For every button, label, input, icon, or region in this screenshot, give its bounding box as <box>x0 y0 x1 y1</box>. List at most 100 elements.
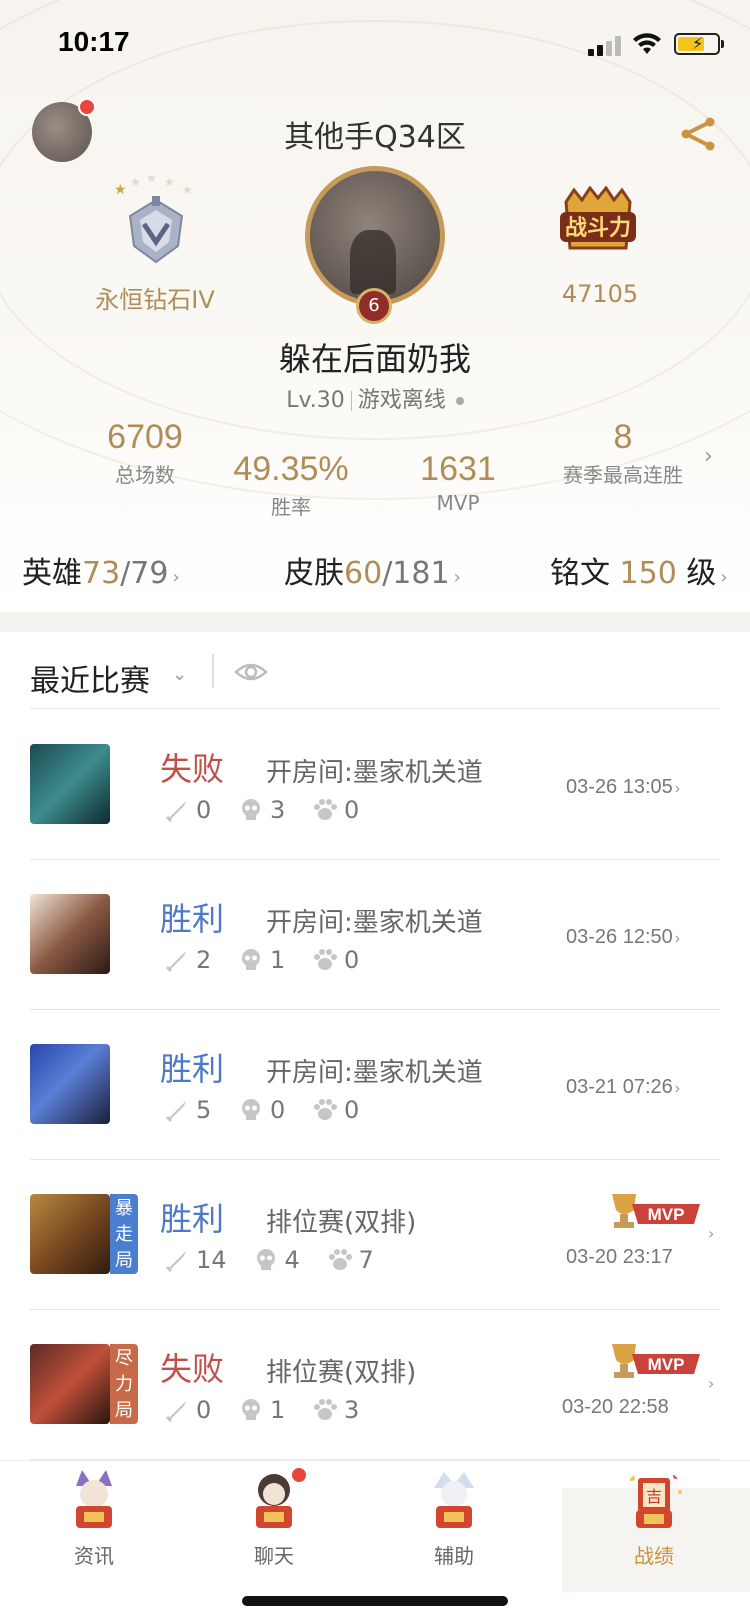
hero-portrait <box>30 894 110 974</box>
chevron-right-icon[interactable]: › <box>704 444 713 469</box>
level-badge: 6 <box>356 288 392 324</box>
svg-text:★: ★ <box>182 183 193 197</box>
assist-icon <box>312 797 338 823</box>
assists: 3 <box>344 1396 360 1424</box>
match-mode: 开房间:墨家机关道 <box>266 758 483 788</box>
skins-count[interactable]: 皮肤60/181 › <box>284 548 461 592</box>
chevron-right-icon: › <box>674 780 681 797</box>
svg-text:战斗力: 战斗力 <box>565 216 631 241</box>
match-time: 03-20 22:58 <box>562 1396 669 1418</box>
match-result: 胜利 <box>160 1200 225 1238</box>
tab-label: 资讯 <box>74 1544 114 1568</box>
inscription-level[interactable]: 铭文 150 级 › <box>550 548 728 592</box>
battery-cap <box>721 40 724 48</box>
section-divider <box>0 612 750 632</box>
match-row[interactable]: 胜利 开房间:墨家机关道 5 0 0 03-21 07:26 › <box>0 1010 750 1160</box>
chevron-right-icon: › <box>708 1374 715 1393</box>
assists: 0 <box>344 796 360 824</box>
kills: 0 <box>196 1396 212 1424</box>
match-mode: 开房间:墨家机关道 <box>266 908 483 938</box>
match-row[interactable]: 失败 开房间:墨家机关道 0 3 0 03-26 13:05 › <box>0 710 750 860</box>
tab-record[interactable]: 吉 战绩 <box>594 1468 714 1569</box>
tab-chat[interactable]: 聊天 <box>214 1468 334 1569</box>
collection-row: 英雄73/79 › 皮肤60/181 › 铭文 150 级 › <box>0 548 750 598</box>
stat-mvp[interactable]: 1631 MVP <box>383 450 533 515</box>
svg-text:★: ★ <box>130 176 141 189</box>
kda-stats: 0 3 0 <box>164 796 386 824</box>
tab-label: 聊天 <box>254 1544 294 1568</box>
stat-label: 赛季最高连胜 <box>563 463 683 487</box>
match-row[interactable]: 暴走局暴走局胜利 排位赛(双排) 14 4 7 MVP 03-20 23:17 › <box>0 1160 750 1310</box>
stat-label: MVP <box>436 491 480 515</box>
tab-news[interactable]: 资讯 <box>34 1468 154 1569</box>
chevron-right-icon: › <box>453 567 461 588</box>
assists: 0 <box>344 946 360 974</box>
online-status: 游戏离线 <box>357 388 446 413</box>
hero-portrait <box>30 1194 110 1274</box>
tab-label: 战绩 <box>634 1544 674 1568</box>
match-time: 03-21 07:26 <box>566 1076 673 1098</box>
share-icon[interactable] <box>678 114 718 154</box>
rank-badge-icon[interactable]: ★ ★ ★ ★ ★ <box>112 176 200 268</box>
match-row[interactable]: 尽力局尽力局失败 排位赛(双排) 0 1 3 MVP 03-20 22:58 › <box>0 1310 750 1460</box>
match-time: 03-20 23:17 <box>566 1246 673 1268</box>
heroes-label: 英雄 <box>22 556 82 591</box>
heroes-count[interactable]: 英雄73/79 › <box>22 548 180 592</box>
stat-value: 6709 <box>107 418 183 456</box>
chevron-down-icon[interactable]: ⌄ <box>172 664 187 685</box>
record-icon: 吉 <box>629 1473 682 1528</box>
chat-notification-dot <box>290 1466 308 1484</box>
mvp-trophy-icon: MVP <box>612 1194 700 1228</box>
match-result: 失败 <box>160 750 225 788</box>
tab-assist[interactable]: 辅助 <box>394 1468 514 1569</box>
kill-icon <box>164 1097 190 1123</box>
death-icon <box>238 1097 264 1123</box>
kills: 14 <box>196 1246 227 1274</box>
kill-icon <box>164 947 190 973</box>
kda-stats: 0 1 3 <box>164 1396 386 1424</box>
kill-icon <box>164 1247 190 1273</box>
player-status-line: Lv.30 游戏离线 <box>0 382 750 414</box>
kda-stats: 14 4 7 <box>164 1246 401 1274</box>
assist-icon <box>434 1472 474 1528</box>
match-row[interactable]: 胜利 开房间:墨家机关道 2 1 0 03-26 12:50 › <box>0 860 750 1010</box>
recent-matches-title[interactable]: 最近比赛 <box>30 656 150 700</box>
hero-portrait <box>30 744 110 824</box>
skins-total: /181 <box>382 556 450 591</box>
signal-icon <box>588 34 624 56</box>
match-time-wrap: 03-21 07:26 › <box>566 1076 680 1099</box>
kill-icon <box>164 1397 190 1423</box>
kills: 5 <box>196 1096 212 1124</box>
match-mode: 排位赛(双排) <box>266 1208 417 1238</box>
server-title[interactable]: 其他手Q34区 <box>0 112 750 156</box>
stat-season-streak[interactable]: 8 赛季最高连胜 <box>538 418 708 488</box>
svg-text:★: ★ <box>146 176 157 185</box>
home-indicator[interactable] <box>242 1596 508 1606</box>
assist-icon <box>312 947 338 973</box>
mvp-trophy-icon: MVP <box>612 1344 700 1378</box>
stat-total-games[interactable]: 6709 总场数 <box>70 418 220 488</box>
skins-owned: 60 <box>344 556 383 591</box>
mvp-label: MVP <box>648 1355 685 1374</box>
match-tag: 尽力局尽力局 <box>110 1344 138 1424</box>
player-nickname: 躲在后面奶我 <box>278 340 471 378</box>
combat-power-icon[interactable]: 战斗力 <box>556 186 640 258</box>
match-tag: 暴走局暴走局 <box>110 1194 138 1274</box>
match-time: 03-26 13:05 <box>566 776 673 798</box>
avatar-silhouette <box>350 230 396 294</box>
news-icon <box>76 1470 112 1528</box>
deaths: 3 <box>270 796 286 824</box>
kills: 0 <box>196 796 212 824</box>
kda-stats: 2 1 0 <box>164 946 386 974</box>
eye-icon[interactable] <box>234 660 268 684</box>
match-mode: 排位赛(双排) <box>266 1358 417 1388</box>
divider <box>30 708 720 709</box>
death-icon <box>238 1397 264 1423</box>
stat-win-rate[interactable]: 49.35% 胜率 <box>216 450 366 520</box>
stat-value: 49.35% <box>233 450 349 488</box>
stat-label: 总场数 <box>115 463 175 487</box>
player-level: Lv.30 <box>286 388 345 413</box>
chevron-right-icon: › <box>674 930 681 947</box>
inscription-label: 铭文 <box>550 556 610 591</box>
svg-text:★: ★ <box>114 182 127 198</box>
